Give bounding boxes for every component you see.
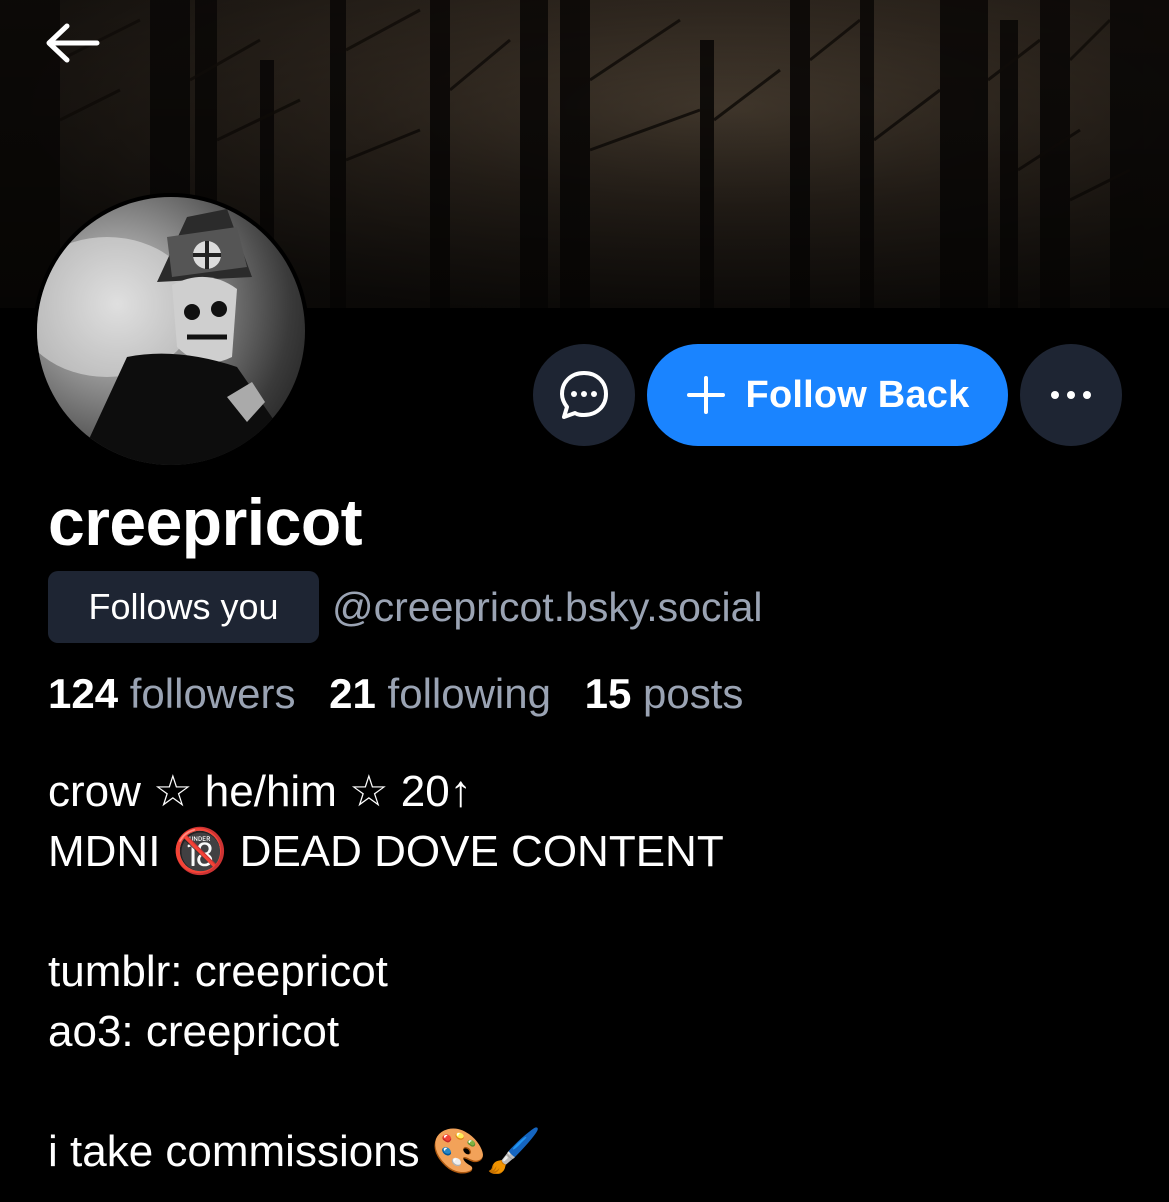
bio-line (48, 1062, 724, 1122)
follow-back-button[interactable]: Follow Back (647, 344, 1008, 446)
bio-line: tumblr: creepricot (48, 947, 388, 996)
posts-count: 15 (584, 670, 632, 717)
bio-line (48, 882, 724, 942)
follows-you-badge: Follows you (48, 571, 319, 643)
follow-back-label: Follow Back (745, 373, 970, 416)
bio-line: i take commissions 🎨🖌️ (48, 1127, 542, 1176)
followers-stat[interactable]: 124 followers (48, 670, 295, 718)
profile-bio: crow ☆ he/him ☆ 20↑ MDNI 🔞 DEAD DOVE CON… (48, 762, 724, 1182)
followers-count: 124 (48, 670, 119, 717)
display-name: creepricot (48, 485, 363, 559)
posts-label: posts (643, 670, 744, 717)
profile-stats: 124 followers 21 following 15 posts (48, 670, 765, 718)
avatar[interactable] (33, 193, 309, 469)
arrow-left-icon (46, 23, 100, 63)
following-label: following (387, 670, 551, 717)
following-count: 21 (329, 670, 376, 717)
bio-line: MDNI 🔞 DEAD DOVE CONTENT (48, 827, 724, 876)
posts-stat: 15 posts (585, 670, 744, 718)
followers-label: followers (129, 670, 296, 717)
avatar-image (37, 197, 305, 465)
ellipsis-icon (1051, 391, 1091, 399)
message-button[interactable] (533, 344, 635, 446)
bio-line: ao3: creepricot (48, 1007, 340, 1056)
chat-bubble-icon (560, 371, 608, 419)
bio-line: crow ☆ he/him ☆ 20↑ (48, 767, 472, 816)
back-button[interactable] (30, 12, 116, 74)
plus-icon (686, 376, 725, 414)
following-stat[interactable]: 21 following (329, 670, 551, 718)
profile-handle[interactable]: @creepricot.bsky.social (332, 584, 763, 631)
more-options-button[interactable] (1020, 344, 1122, 446)
